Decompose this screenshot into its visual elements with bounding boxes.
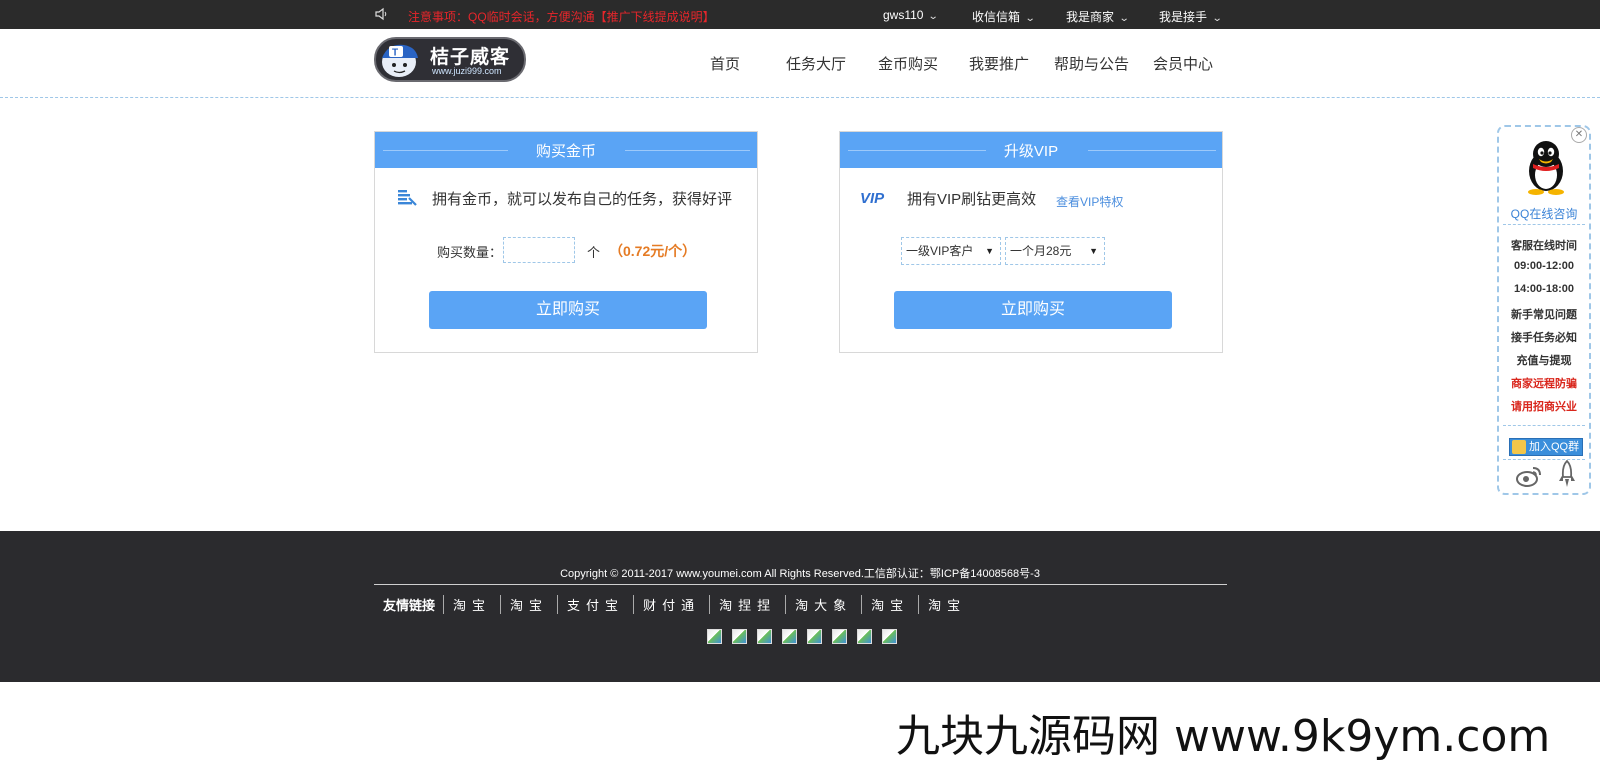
user-menu[interactable]: gws110 ⌄ xyxy=(883,8,940,22)
weibo-icon[interactable] xyxy=(1515,464,1543,488)
bank-notice-link[interactable]: 请用招商兴业 xyxy=(1499,398,1589,414)
vip-level-select[interactable]: 一级VIP客户 ▼ xyxy=(901,237,1001,265)
header-divider xyxy=(0,97,1600,98)
chevron-down-icon: ⌄ xyxy=(1118,13,1130,24)
certification-badge-icon[interactable] xyxy=(757,629,772,644)
friend-link[interactable]: 淘大象 xyxy=(786,595,863,614)
footer-divider xyxy=(374,584,1227,585)
header-line xyxy=(1088,150,1216,151)
inbox-menu[interactable]: 收信信箱 ⌄ xyxy=(972,8,1036,25)
back-to-top-rocket-icon[interactable] xyxy=(1557,460,1577,488)
chevron-down-icon: ⌄ xyxy=(1211,13,1223,24)
quantity-input[interactable] xyxy=(503,237,575,263)
unit-price: （0.72元/个） xyxy=(609,243,697,259)
certification-badges xyxy=(707,629,907,649)
vip-description: 拥有VIP刷钻更高效 xyxy=(907,191,1037,208)
mascot-icon: T xyxy=(382,44,418,77)
receiver-menu[interactable]: 我是接手 ⌄ xyxy=(1159,8,1223,25)
service-hours-morning: 09:00-12:00 xyxy=(1514,260,1574,272)
copyright-text: Copyright © 2011-2017 www.youmei.com All… xyxy=(560,568,1040,580)
merchant-menu-label: 我是商家 xyxy=(1066,10,1115,24)
anti-fraud-link[interactable]: 商家远程防骗 xyxy=(1499,375,1589,391)
friend-link[interactable]: 支付宝 xyxy=(558,595,635,614)
user-menu-label: gws110 xyxy=(883,8,924,22)
recharge-withdraw-link[interactable]: 充值与提现 xyxy=(1499,352,1589,368)
service-hours-title: 客服在线时间 xyxy=(1511,240,1577,252)
buy-gold-panel: 购买金币 拥有金币，就可以发布自己的任务，获得好评 购买数量： 个 （0.72元… xyxy=(374,131,758,353)
coins-icon xyxy=(398,190,417,206)
certification-badge-icon[interactable] xyxy=(707,629,722,644)
buy-gold-button[interactable]: 立即购买 xyxy=(429,291,707,329)
header: T 桔子威客 www.juzi999.com 首页 任务大厅 金币购买 我要推广… xyxy=(0,29,1600,98)
customer-service-widget: ✕ QQ在线咨询 客服在线时间 09:00-12:00 14:00-18:00 … xyxy=(1497,125,1591,495)
faq-link[interactable]: 新手常见问题 xyxy=(1499,306,1589,322)
nav-buy-gold[interactable]: 金币购买 xyxy=(878,53,938,74)
friend-link[interactable]: 淘宝 xyxy=(444,595,502,614)
join-qq-group-label: 加入QQ群 xyxy=(1529,441,1580,453)
footer: Copyright © 2011-2017 www.youmei.com All… xyxy=(0,531,1600,682)
notice-text[interactable]: 注意事项：QQ临时会话，方便沟通【推广下线提成说明】 xyxy=(408,8,715,25)
panel-header: 购买金币 xyxy=(375,132,757,168)
certification-badge-icon[interactable] xyxy=(807,629,822,644)
quantity-label: 购买数量： xyxy=(437,245,503,260)
dropdown-arrow-icon: ▼ xyxy=(1089,246,1098,256)
speaker-icon xyxy=(375,7,387,21)
panel-header: 升级VIP xyxy=(840,132,1222,168)
qq-group-icon xyxy=(1512,440,1526,454)
friend-links-label: 友情链接 xyxy=(383,595,445,614)
receiver-guide-link[interactable]: 接手任务必知 xyxy=(1499,329,1589,345)
upgrade-vip-panel: 升级VIP VIP 拥有VIP刷钻更高效 查看VIP特权 一级VIP客户 ▼ 一… xyxy=(839,131,1223,353)
close-icon[interactable]: ✕ xyxy=(1571,127,1587,143)
vip-level-value: 一级VIP客户 xyxy=(906,244,974,258)
certification-badge-icon[interactable] xyxy=(732,629,747,644)
gold-description: 拥有金币，就可以发布自己的任务，获得好评 xyxy=(432,191,733,208)
friend-link[interactable]: 淘宝 xyxy=(862,595,920,614)
header-line xyxy=(625,150,750,151)
vip-period-value: 一个月28元 xyxy=(1010,244,1072,258)
buy-vip-button[interactable]: 立即购买 xyxy=(894,291,1172,329)
nav-help[interactable]: 帮助与公告 xyxy=(1054,53,1129,74)
friend-links: 友情链接 淘宝 淘宝 支付宝 财付通 淘捏捏 淘大象 淘宝 淘宝 xyxy=(383,595,975,614)
qq-penguin-icon[interactable] xyxy=(1519,137,1573,195)
nav-member-center[interactable]: 会员中心 xyxy=(1153,53,1213,74)
certification-badge-icon[interactable] xyxy=(857,629,872,644)
vip-badge-icon: VIP xyxy=(860,190,885,207)
watermark-text: 九块九源码网 www.9k9ym.com xyxy=(896,711,1551,762)
logo-title: 桔子威客 xyxy=(430,47,511,68)
merchant-menu[interactable]: 我是商家 ⌄ xyxy=(1066,8,1130,25)
friend-link[interactable]: 财付通 xyxy=(634,595,711,614)
receiver-menu-label: 我是接手 xyxy=(1159,10,1208,24)
logo-url: www.juzi999.com xyxy=(432,66,502,76)
top-bar: 注意事项：QQ临时会话，方便沟通【推广下线提成说明】 gws110 ⌄ 收信信箱 ⌄… xyxy=(0,0,1600,29)
svg-text:T: T xyxy=(392,48,398,59)
nav-task-hall[interactable]: 任务大厅 xyxy=(786,53,846,74)
site-logo[interactable]: T 桔子威客 www.juzi999.com xyxy=(374,37,526,82)
certification-badge-icon[interactable] xyxy=(782,629,797,644)
inbox-menu-label: 收信信箱 xyxy=(972,10,1021,24)
chevron-down-icon: ⌄ xyxy=(1024,13,1036,24)
quantity-unit: 个 xyxy=(587,245,601,260)
dropdown-arrow-icon: ▼ xyxy=(985,246,994,256)
qq-consult-link[interactable]: QQ在线咨询 xyxy=(1499,205,1589,222)
nav-home[interactable]: 首页 xyxy=(710,53,740,74)
divider xyxy=(1503,224,1585,225)
service-hours-afternoon: 14:00-18:00 xyxy=(1514,283,1574,295)
friend-link[interactable]: 淘捏捏 xyxy=(710,595,787,614)
vip-privileges-link[interactable]: 查看VIP特权 xyxy=(1056,193,1123,210)
nav-promote[interactable]: 我要推广 xyxy=(969,53,1029,74)
friend-link[interactable]: 淘宝 xyxy=(501,595,559,614)
divider xyxy=(1503,425,1585,426)
join-qq-group-button[interactable]: 加入QQ群 xyxy=(1509,438,1583,456)
chevron-down-icon: ⌄ xyxy=(928,11,940,22)
certification-badge-icon[interactable] xyxy=(882,629,897,644)
friend-link[interactable]: 淘宝 xyxy=(919,595,975,614)
vip-period-select[interactable]: 一个月28元 ▼ xyxy=(1005,237,1105,265)
certification-badge-icon[interactable] xyxy=(832,629,847,644)
